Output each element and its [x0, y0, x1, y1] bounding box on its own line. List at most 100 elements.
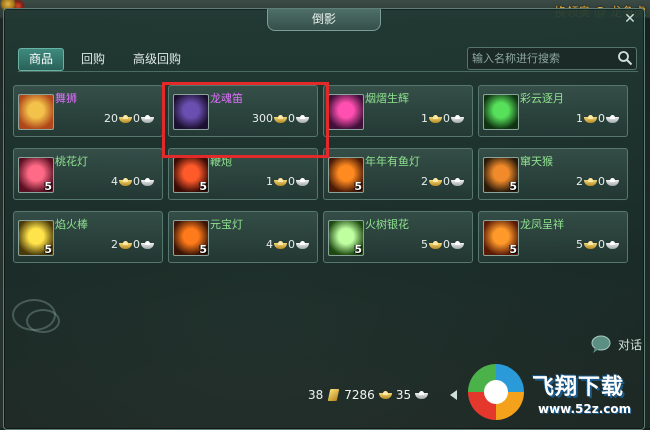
item-stack-count: 5 [354, 243, 362, 256]
item-slot[interactable]: 龙魂笛 300 0 [168, 85, 318, 137]
price-value: 5 [421, 238, 428, 251]
search-input[interactable] [472, 49, 606, 67]
gold-ingot-icon [584, 240, 597, 249]
item-stack-count: 5 [354, 180, 362, 193]
item-price: 20 [421, 175, 464, 188]
item-stack-count: 5 [509, 243, 517, 256]
page-prev-icon[interactable] [450, 390, 458, 400]
price-value: 300 [252, 112, 273, 125]
gold-ingot-icon [119, 114, 132, 123]
silver-ingot-icon [296, 240, 309, 249]
chat-label: 对话 [618, 338, 643, 352]
firecracker-icon: 5 [173, 157, 209, 193]
silver-tree-lantern-icon: 5 [328, 220, 364, 256]
chat-icon [591, 335, 611, 353]
gold-ingot-icon [274, 177, 287, 186]
price-value: 5 [576, 238, 583, 251]
silver-ingot-icon [415, 391, 429, 399]
item-slot[interactable]: 5 元宝灯 4 0 [168, 211, 318, 263]
price-value: 20 [104, 112, 118, 125]
price-value: 1 [576, 112, 583, 125]
item-name: 年年有鱼灯 [365, 155, 420, 168]
silver-ingot-icon [296, 177, 309, 186]
firework-pink-icon [328, 94, 364, 130]
cloud-decoration [26, 309, 60, 333]
item-slot[interactable]: 5 焰火棒 2 0 [13, 211, 163, 263]
item-name: 彩云逐月 [520, 92, 564, 105]
item-price: 10 [266, 175, 309, 188]
price-gold-value: 0 [133, 238, 140, 251]
silver-ingot-icon [606, 240, 619, 249]
price-gold-value: 0 [598, 238, 605, 251]
item-stack-count: 5 [509, 180, 517, 193]
item-slot[interactable]: 5 桃花灯 4 0 [13, 148, 163, 200]
price-value: 1 [421, 112, 428, 125]
silver-ingot-icon [451, 177, 464, 186]
gold-ingot-icon [584, 114, 597, 123]
item-stack-count: 5 [199, 180, 207, 193]
sparkler-icon: 5 [18, 220, 54, 256]
item-slot[interactable]: 5 火树银花 5 0 [323, 211, 473, 263]
price-gold-value: 0 [133, 175, 140, 188]
item-name: 桃花灯 [55, 155, 88, 168]
gold-bar-icon [327, 388, 340, 402]
watermark: 飞翔下载 www.52z.com [468, 358, 650, 428]
close-button[interactable]: ✕ [622, 11, 638, 27]
tab-goods[interactable]: 商品 [18, 48, 65, 71]
item-name: 焰火棒 [55, 218, 88, 231]
item-slot[interactable]: 彩云逐月 1 0 [478, 85, 628, 137]
gold-ingot-icon [274, 114, 287, 123]
gold-bar-count: 38 [308, 388, 324, 402]
price-value: 2 [111, 238, 118, 251]
gold-ingot-icon [429, 114, 442, 123]
ingot-lantern-icon: 5 [173, 220, 209, 256]
chat-button[interactable]: 对话 [588, 333, 648, 355]
silver-ingot-icon [451, 240, 464, 249]
price-gold-value: 0 [443, 175, 450, 188]
item-slot[interactable]: 5 鞭炮 1 0 [168, 148, 318, 200]
item-price: 40 [111, 175, 154, 188]
gold-ingot-icon [119, 240, 132, 249]
fish-lantern-icon: 5 [328, 157, 364, 193]
silver-ingot-icon [141, 114, 154, 123]
dragon-phoenix-lantern-icon: 5 [483, 220, 519, 256]
title-bar: 倒影 ✕ [4, 9, 644, 31]
ingot-count: 7286 [344, 388, 375, 402]
item-slot[interactable]: 烟熠生辉 1 0 [323, 85, 473, 137]
silver-ingot-icon [451, 114, 464, 123]
item-price: 20 [576, 175, 619, 188]
item-stack-count: 5 [44, 180, 52, 193]
item-price: 20 0 [104, 112, 154, 125]
silver-ingot-icon [296, 114, 309, 123]
price-gold-value: 0 [288, 238, 295, 251]
price-value: 4 [266, 238, 273, 251]
dragon-flute-icon [173, 94, 209, 130]
gold-ingot-icon [429, 240, 442, 249]
item-price: 300 0 [252, 112, 309, 125]
tab-buyback[interactable]: 回购 [70, 48, 116, 71]
item-slot[interactable]: 5 窜天猴 2 0 [478, 148, 628, 200]
divider [18, 71, 638, 72]
item-slot[interactable]: 5 龙凤呈祥 5 0 [478, 211, 628, 263]
rocket-icon: 5 [483, 157, 519, 193]
gold-ingot-icon [119, 177, 132, 186]
item-price: 50 [576, 238, 619, 251]
watermark-url: www.52z.com [538, 402, 632, 416]
price-gold-value: 0 [443, 112, 450, 125]
lion-dance-icon [18, 94, 54, 130]
gold-ingot-icon [429, 177, 442, 186]
search-icon[interactable] [617, 50, 633, 66]
silver-ingot-icon [606, 177, 619, 186]
price-value: 1 [266, 175, 273, 188]
price-gold-value: 0 [598, 175, 605, 188]
item-price: 10 [421, 112, 464, 125]
item-name: 元宝灯 [210, 218, 243, 231]
price-value: 2 [576, 175, 583, 188]
price-gold-value: 0 [133, 112, 140, 125]
window-title: 倒影 [267, 9, 381, 31]
item-slot[interactable]: 舞狮 20 0 [13, 85, 163, 137]
price-value: 4 [111, 175, 118, 188]
item-slot[interactable]: 5 年年有鱼灯 2 0 [323, 148, 473, 200]
watermark-logo-icon [468, 364, 524, 420]
tab-advanced-buyback[interactable]: 高级回购 [122, 48, 192, 71]
